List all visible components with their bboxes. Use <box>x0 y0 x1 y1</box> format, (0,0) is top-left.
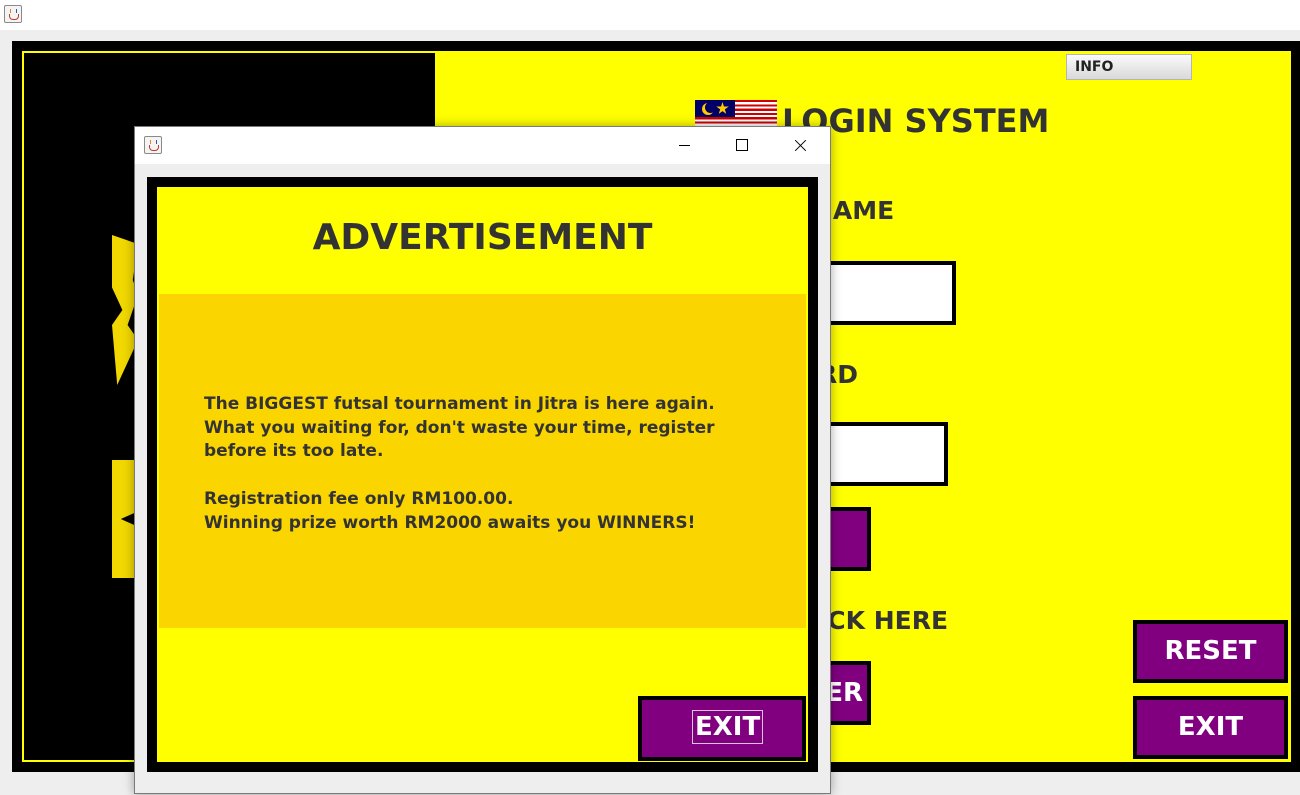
advertisement-dialog: ADVERTISEMENT The BIGGEST futsal tournam… <box>134 126 831 794</box>
info-button[interactable]: INFO <box>1066 54 1192 80</box>
advertisement-heading: ADVERTISEMENT <box>312 217 653 258</box>
dialog-exit-label: EXIT <box>692 710 764 744</box>
ad-line: The BIGGEST futsal tournament in Jitra i… <box>204 394 715 414</box>
ad-line: Winning prize worth RM2000 awaits you WI… <box>204 513 696 533</box>
maximize-icon[interactable] <box>719 127 765 164</box>
ad-line: before its too late. <box>204 441 384 461</box>
dialog-content-frame: ADVERTISEMENT The BIGGEST futsal tournam… <box>147 177 818 772</box>
main-window-titlebar <box>0 0 1300 30</box>
ad-line: What you waiting for, don't waste your t… <box>204 418 715 438</box>
exit-button[interactable]: EXIT <box>1133 696 1288 759</box>
java-app-icon <box>144 136 162 154</box>
ad-line: Registration fee only RM100.00. <box>204 489 514 509</box>
register-prompt-label: ICK HERE <box>818 606 949 635</box>
dialog-panel: ADVERTISEMENT The BIGGEST futsal tournam… <box>157 187 808 762</box>
dialog-exit-button[interactable]: EXIT <box>638 696 806 761</box>
reset-button[interactable]: RESET <box>1133 620 1288 683</box>
advertisement-message-box: The BIGGEST futsal tournament in Jitra i… <box>159 294 806 628</box>
dialog-titlebar[interactable] <box>135 127 830 164</box>
minimize-icon[interactable] <box>661 127 707 164</box>
close-icon[interactable] <box>777 127 823 164</box>
java-app-icon <box>4 5 22 23</box>
